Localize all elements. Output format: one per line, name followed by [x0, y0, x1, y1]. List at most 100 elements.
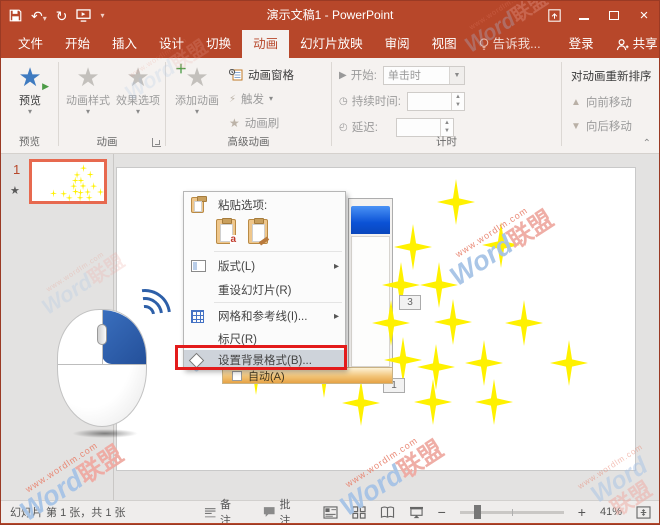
thumbnail-animation-star-icon: ★: [10, 184, 20, 197]
thumbnail-star: [86, 194, 93, 202]
tab-tell-me[interactable]: 告诉我...: [468, 30, 552, 58]
paste-match-format-icon[interactable]: [248, 219, 268, 244]
clipboard-icon: [191, 197, 204, 213]
tab-design[interactable]: 设计: [148, 30, 195, 58]
animation-dialog-launcher-icon[interactable]: [152, 138, 161, 147]
thumbnail-star: [84, 188, 91, 196]
paste-options-row: a: [184, 216, 345, 246]
group-label-preview: 预览: [1, 134, 58, 149]
tab-review[interactable]: 审阅: [374, 30, 421, 58]
thumbnail-star: [60, 190, 67, 198]
add-animation-star-icon: ★: [185, 62, 208, 92]
tab-home[interactable]: 开始: [54, 30, 101, 58]
notes-button[interactable]: 备注: [204, 496, 242, 525]
group-label-animation: 动画: [59, 134, 155, 149]
lightbulb-icon: [479, 38, 489, 51]
painter-star-icon: ★: [229, 116, 240, 130]
status-bar: 幻灯片 第 1 张，共 1 张 备注 批注 −: [1, 500, 659, 523]
maximize-button[interactable]: [599, 9, 629, 23]
submenu-arrow-icon: ▸: [334, 311, 339, 322]
mouse-shadow: [72, 429, 138, 438]
background-dialog-partial: [348, 198, 393, 370]
start-play-icon: ▶: [339, 70, 347, 81]
start-combobox[interactable]: 单击时▼: [383, 66, 465, 85]
fit-to-window-button[interactable]: [636, 506, 651, 519]
duration-spinner[interactable]: ▲▼: [407, 92, 465, 111]
tab-transitions[interactable]: 切换: [195, 30, 242, 58]
window-controls: ×: [539, 1, 659, 30]
ribbon-display-options-icon[interactable]: [539, 9, 569, 22]
minimize-button[interactable]: [569, 9, 599, 23]
plus-badge-icon: ＋: [175, 60, 187, 77]
grid-icon: [191, 310, 204, 323]
zoom-out-button[interactable]: −: [438, 504, 446, 520]
lightning-icon: ⚡: [229, 94, 236, 105]
reorder-title: 对动画重新排序: [571, 67, 652, 85]
zoom-in-button[interactable]: +: [578, 504, 586, 520]
tab-file[interactable]: 文件: [7, 30, 54, 58]
comment-icon: [263, 506, 275, 518]
thumbnail-star: [74, 171, 81, 179]
preview-button[interactable]: ★▶ 预览 ▾: [9, 62, 51, 116]
preview-star-icon: ★: [18, 62, 41, 92]
animation-styles-button[interactable]: ★ 动画样式 ▾: [63, 62, 113, 116]
move-later-button[interactable]: ▼ 向后移动: [571, 117, 632, 135]
ribbon-tab-row: 文件 开始 插入 设计 切换 动画 幻灯片放映 审阅 视图 告诉我... 登录 …: [1, 30, 659, 58]
tab-view[interactable]: 视图: [421, 30, 468, 58]
add-animation-button[interactable]: ＋★ 添加动画 ▾: [171, 62, 223, 116]
zoom-slider[interactable]: [460, 511, 564, 514]
slideshow-view-button[interactable]: [409, 506, 424, 519]
animation-pane-button[interactable]: 动画窗格: [229, 65, 329, 85]
mouse-body: [57, 309, 147, 427]
annotation-highlight-box: [175, 345, 347, 370]
slide-number-label: 1: [13, 162, 20, 177]
tab-share[interactable]: 共享: [605, 30, 660, 58]
title-bar: ↶▾ ↻ ▾ 演示文稿1 - PowerPoint ×: [1, 1, 659, 30]
down-triangle-icon: ▼: [571, 121, 581, 132]
group-label-advanced: 高级动画: [166, 134, 331, 149]
mouse-wheel: [97, 324, 107, 345]
up-triangle-icon: ▲: [571, 97, 581, 108]
thumbnail-star: [77, 194, 84, 202]
collapse-ribbon-icon[interactable]: ⌃: [643, 138, 651, 149]
slide-sorter-view-button[interactable]: [352, 506, 366, 519]
duration-clock-icon: ◷: [339, 96, 348, 107]
tab-animations[interactable]: 动画: [242, 30, 289, 58]
thumbnail-star: [87, 171, 94, 179]
share-person-icon: [616, 38, 629, 51]
context-menu: 粘贴选项: a 版式(L) ▸ 重设幻灯片(R) 网格和参考线(I)... ▸: [183, 191, 346, 369]
notes-icon: [204, 507, 216, 518]
tab-slideshow[interactable]: 幻灯片放映: [289, 30, 374, 58]
zoom-slider-handle[interactable]: [474, 505, 481, 519]
reading-view-button[interactable]: [380, 506, 395, 519]
paste-options-header: 粘贴选项:: [184, 196, 345, 214]
comments-button[interactable]: 批注: [263, 496, 301, 525]
delay-clock-icon: ◴: [339, 122, 348, 133]
menu-item-layout[interactable]: 版式(L) ▸: [184, 254, 345, 278]
thumbnail-star: [80, 182, 87, 190]
normal-view-button[interactable]: [323, 506, 338, 519]
animation-painter-button[interactable]: ★ 动画刷: [229, 113, 329, 133]
layout-icon: [191, 260, 206, 272]
play-badge-icon: ▶: [42, 81, 49, 92]
slide-thumbnail[interactable]: [29, 159, 107, 204]
trigger-button[interactable]: ⚡ 触发▾: [229, 89, 329, 109]
menu-item-grid-guides[interactable]: 网格和参考线(I)... ▸: [184, 304, 345, 328]
animation-styles-star-icon: ★: [76, 62, 99, 92]
close-button[interactable]: ×: [629, 7, 659, 24]
move-earlier-button[interactable]: ▲ 向前移动: [571, 93, 632, 111]
thumbnail-star: [80, 164, 87, 172]
duration-row: ◷ 持续时间: ▲▼: [339, 91, 465, 111]
powerpoint-window: ↶▾ ↻ ▾ 演示文稿1 - PowerPoint × 文件 开始 插入 设计 …: [0, 0, 660, 525]
menu-item-reset-slide[interactable]: 重设幻灯片(R): [184, 278, 345, 302]
paste-keep-text-icon[interactable]: a: [216, 219, 236, 244]
ribbon: ★▶ 预览 ▾ 预览 ★ 动画样式 ▾ ★ 效果选项 ▾ 动画 ＋★ 添加动画 …: [1, 58, 659, 154]
tab-insert[interactable]: 插入: [101, 30, 148, 58]
dialog-body: [351, 236, 390, 367]
thumbnail-star: [72, 188, 79, 196]
editing-area: 1 ★ 31 自动(A) 粘贴选项: a 版式(: [1, 154, 659, 500]
submenu-arrow-icon: ▸: [334, 261, 339, 272]
tab-sign-in[interactable]: 登录: [558, 30, 605, 58]
effect-options-button[interactable]: ★ 效果选项 ▾: [113, 62, 163, 116]
zoom-level-label[interactable]: 41%: [600, 506, 622, 518]
